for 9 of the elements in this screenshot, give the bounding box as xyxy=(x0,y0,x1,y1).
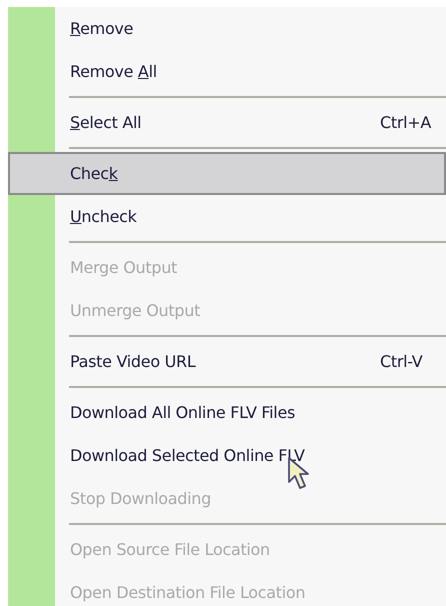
menu-item[interactable]: Download All Online FLV Files xyxy=(8,391,446,434)
menu-item[interactable]: Uncheck xyxy=(8,195,446,238)
shortcut-label: Ctrl-V xyxy=(380,350,422,372)
menu-item[interactable]: Remove All xyxy=(8,50,446,93)
menu-item[interactable]: Select All Ctrl+A xyxy=(8,101,446,144)
menu-item[interactable]: Check xyxy=(8,152,446,195)
shortcut-label: Ctrl+A xyxy=(380,112,432,134)
menu-item[interactable]: Remove xyxy=(8,7,446,50)
menu-item[interactable]: Paste Video URL Ctrl-V xyxy=(8,340,446,383)
